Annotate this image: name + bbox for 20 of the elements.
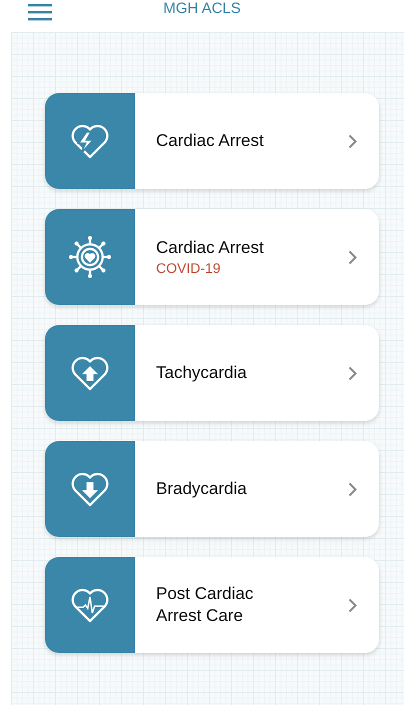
card-title: Bradycardia: [156, 478, 248, 500]
chevron-icon: [348, 366, 357, 380]
card-title: Cardiac Arrest: [156, 237, 265, 259]
protocol-card[interactable]: Cardiac Arrest: [45, 93, 379, 189]
card-title: Post Cardiac Arrest Care: [156, 583, 254, 627]
menu-icon: [28, 3, 52, 21]
card-title: Tachycardia: [156, 362, 248, 384]
chevron-icon: [348, 250, 357, 264]
chevron-icon: [348, 598, 357, 612]
app-title: MGH ACLS: [163, 0, 241, 16]
chevron-icon: [348, 134, 357, 148]
protocol-card[interactable]: Tachycardia: [45, 325, 379, 421]
chevron-icon: [348, 482, 357, 496]
protocol-card[interactable]: Bradycardia: [45, 441, 379, 537]
protocol-card[interactable]: Post Cardiac Arrest Care: [45, 557, 379, 653]
protocol-card[interactable]: Cardiac Arrest COVID-19: [45, 209, 379, 305]
card-title: Cardiac Arrest: [156, 130, 265, 152]
menu-button[interactable]: [28, 3, 52, 21]
card-subtitle: COVID-19: [156, 259, 222, 277]
virus-heart-icon: [67, 234, 113, 280]
